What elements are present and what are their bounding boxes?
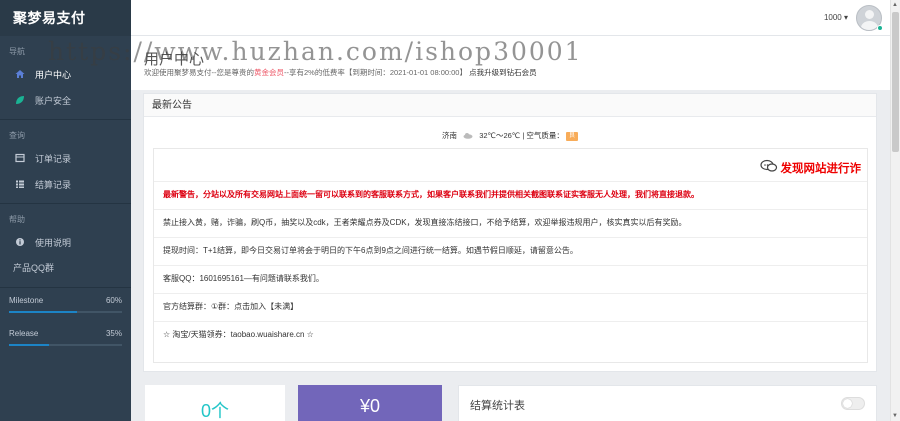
weather-temp: 32℃～26℃: [479, 131, 521, 140]
leaf-icon: [13, 94, 27, 106]
chevron-down-icon: ▾: [843, 13, 848, 22]
brand-logo[interactable]: 聚梦易支付: [0, 0, 131, 36]
order-count: 0个: [200, 401, 229, 421]
user-dropdown[interactable]: 1000 ▾: [824, 13, 848, 22]
scroll-up-icon[interactable]: ▲: [892, 2, 898, 8]
scroll-thumb[interactable]: [892, 12, 899, 152]
sidebar-item-instructions[interactable]: 使用说明: [0, 229, 131, 255]
aqi-badge: 良: [565, 131, 578, 141]
progress-track: [9, 344, 122, 346]
settlement-stats-title: 结算统计表: [470, 400, 525, 412]
chat-icon: [759, 159, 778, 176]
notice-qq-group-link[interactable]: 官方结算群：①群：点击加入【未满】: [163, 301, 863, 312]
scrollbar[interactable]: ▲ ▼: [890, 0, 900, 421]
upgrade-link[interactable]: 点我升级到钻石会员: [469, 68, 537, 77]
settlement-toggle[interactable]: [841, 397, 865, 410]
notice-content: 发现网站进行诈 最新警告，分站以及所有交易网站上面统一留可以联系到的客服联系方式…: [153, 148, 868, 363]
info-icon: [13, 236, 27, 248]
order-count-card: 0个: [145, 385, 285, 421]
sidebar-item-label: 结算记录: [35, 179, 72, 190]
weather-city: 济南: [442, 131, 458, 140]
cloud-icon: [463, 132, 473, 141]
watermark: https://www.huzhan.com/ishop30001: [48, 37, 583, 66]
aqi-label: 空气质量：: [526, 131, 564, 140]
progress-release: Release 35%: [0, 313, 131, 346]
progress-label: Milestone: [9, 296, 44, 305]
sidebar-item-order-records[interactable]: 订单记录: [0, 145, 131, 171]
sidebar-item-settlement-records[interactable]: 结算记录: [0, 171, 131, 197]
progress-value: 60%: [105, 296, 122, 305]
table-icon: [13, 152, 27, 164]
sidebar-item-qq-group[interactable]: 产品QQ群: [0, 255, 131, 281]
notice-line: 提现时间：T+1结算，即今日交易订单将会于明日的下午6点到9点之间进行统一结算。…: [163, 246, 578, 255]
notice-line: 禁止接入黄，赌，诈骗，刷Q币，抽奖以及cdk，王者荣耀点券及CDK，发现直接冻结…: [163, 218, 687, 227]
notice-coupon-link[interactable]: ☆ 淘宝/天猫领券：taobao.wuaishare.cn ☆: [163, 329, 863, 340]
progress-label: Release: [9, 329, 39, 338]
notice-line: 客服QQ：1601695161—有问题请联系我们。: [163, 274, 324, 283]
list-icon: [13, 178, 27, 190]
online-status-dot: [877, 25, 883, 31]
member-level: 黄金会员: [254, 68, 284, 77]
sidebar-item-label: 订单记录: [35, 153, 72, 164]
query-section-title: 查询: [9, 131, 25, 140]
progress-milestone: Milestone 60%: [0, 288, 131, 313]
user-id: 1000: [823, 13, 842, 22]
notice-warning: 最新警告，分站以及所有交易网站上面统一留可以联系到的客服联系方式，如果客户联系我…: [163, 190, 699, 199]
amount-value: ¥0: [359, 396, 381, 416]
sidebar-item-account-security[interactable]: 账户安全: [0, 87, 131, 113]
notice-panel: 最新公告 济南 32℃～26℃ | 空气质量： 良 发现网站进行诈 最新警告，分…: [143, 93, 877, 372]
progress-fill: [9, 344, 49, 346]
sidebar-item-label: 用户中心: [35, 69, 72, 80]
sidebar-item-label: 账户安全: [35, 95, 72, 106]
topbar: 1000 ▾: [131, 0, 900, 36]
help-section-title: 帮助: [9, 215, 25, 224]
notice-headline: 发现网站进行诈: [759, 159, 861, 176]
weather-widget: 济南 32℃～26℃ | 空气质量： 良: [144, 130, 876, 141]
user-icon: [865, 10, 874, 19]
page-subtitle: 欢迎使用聚梦易支付--您是尊贵的黄金会员--享有2%的低费率【到期时间：2021…: [144, 68, 537, 77]
settlement-stats-card: 结算统计表: [458, 385, 877, 421]
panel-title: 最新公告: [144, 94, 876, 117]
amount-card: ¥0: [298, 385, 442, 421]
sidebar-item-label: 使用说明: [35, 237, 72, 248]
scroll-down-icon[interactable]: ▼: [892, 413, 898, 419]
home-icon: [13, 68, 27, 80]
progress-value: 35%: [105, 329, 122, 338]
